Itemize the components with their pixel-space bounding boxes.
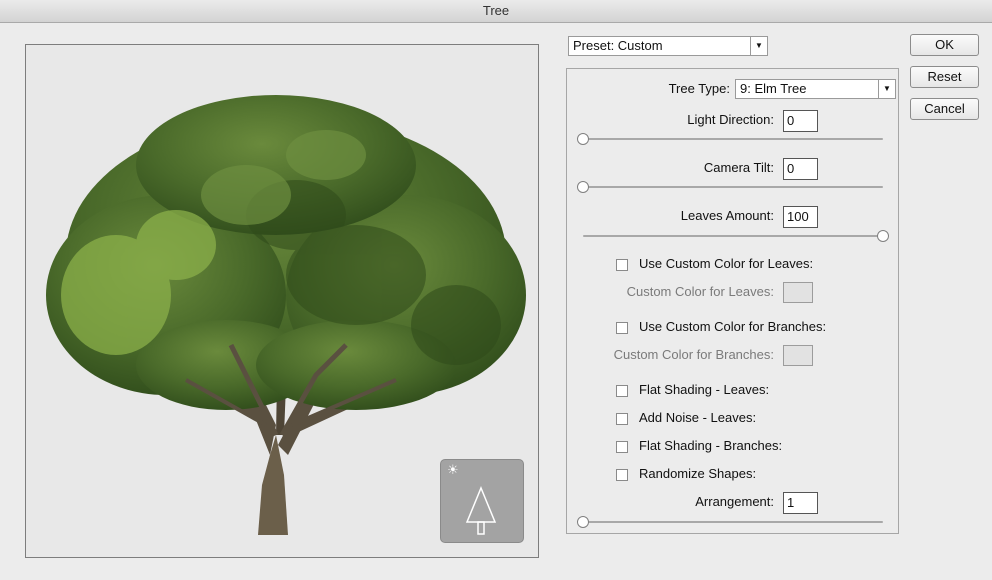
randomize-shapes-checkbox[interactable] <box>616 469 628 481</box>
preset-select[interactable]: Preset: Custom ▼ <box>568 36 768 56</box>
custom-leaves-label: Custom Color for Leaves: <box>626 284 774 299</box>
slider-knob[interactable] <box>577 181 589 193</box>
flat-shading-branches-label: Flat Shading - Branches: <box>639 438 783 453</box>
branches-color-swatch[interactable] <box>783 345 813 366</box>
custom-branches-checkbox[interactable] <box>616 322 628 334</box>
camera-tilt-label: Camera Tilt: <box>703 160 774 175</box>
leaves-amount-slider[interactable] <box>583 230 889 242</box>
cancel-button[interactable]: Cancel <box>910 98 979 120</box>
leaves-amount-field[interactable]: 100 <box>783 206 818 228</box>
slider-knob[interactable] <box>877 230 889 242</box>
tree-type-label: Tree Type: <box>668 81 730 96</box>
chevron-down-icon: ▼ <box>878 80 895 98</box>
tree-outline-icon <box>465 486 497 535</box>
add-noise-leaves-label: Add Noise - Leaves: <box>639 410 757 425</box>
preset-value: Preset: Custom <box>573 38 663 53</box>
leaves-color-swatch[interactable] <box>783 282 813 303</box>
chevron-down-icon: ▼ <box>750 37 767 55</box>
tree-type-select[interactable]: 9: Elm Tree ▼ <box>735 79 896 99</box>
window-title: Tree <box>0 0 992 23</box>
arrangement-slider[interactable] <box>577 516 883 528</box>
light-direction-field[interactable]: 0 <box>783 110 818 132</box>
flat-shading-leaves-checkbox[interactable] <box>616 385 628 397</box>
flat-shading-branches-checkbox[interactable] <box>616 441 628 453</box>
tree-type-value: 9: Elm Tree <box>740 81 807 96</box>
leaves-amount-label: Leaves Amount: <box>680 208 774 223</box>
arrangement-field[interactable]: 1 <box>783 492 818 514</box>
camera-tilt-slider[interactable] <box>577 181 883 193</box>
custom-branches-check-label: Use Custom Color for Branches: <box>639 319 827 334</box>
reset-button[interactable]: Reset <box>910 66 979 88</box>
camera-navigator[interactable]: ☀ <box>440 459 524 543</box>
parameters-panel: Tree Type: 9: Elm Tree ▼ Light Direction… <box>566 68 899 534</box>
slider-knob[interactable] <box>577 516 589 528</box>
arrangement-label: Arrangement: <box>695 494 774 509</box>
custom-branches-label: Custom Color for Branches: <box>613 347 774 362</box>
custom-leaves-checkbox[interactable] <box>616 259 628 271</box>
ok-button[interactable]: OK <box>910 34 979 56</box>
add-noise-leaves-checkbox[interactable] <box>616 413 628 425</box>
custom-leaves-check-label: Use Custom Color for Leaves: <box>639 256 814 271</box>
camera-tilt-field[interactable]: 0 <box>783 158 818 180</box>
flat-shading-leaves-label: Flat Shading - Leaves: <box>639 382 770 397</box>
light-direction-slider[interactable] <box>577 133 883 145</box>
randomize-shapes-label: Randomize Shapes: <box>639 466 757 481</box>
slider-knob[interactable] <box>577 133 589 145</box>
light-direction-label: Light Direction: <box>687 112 774 127</box>
tree-preview: ☀ <box>25 44 539 558</box>
